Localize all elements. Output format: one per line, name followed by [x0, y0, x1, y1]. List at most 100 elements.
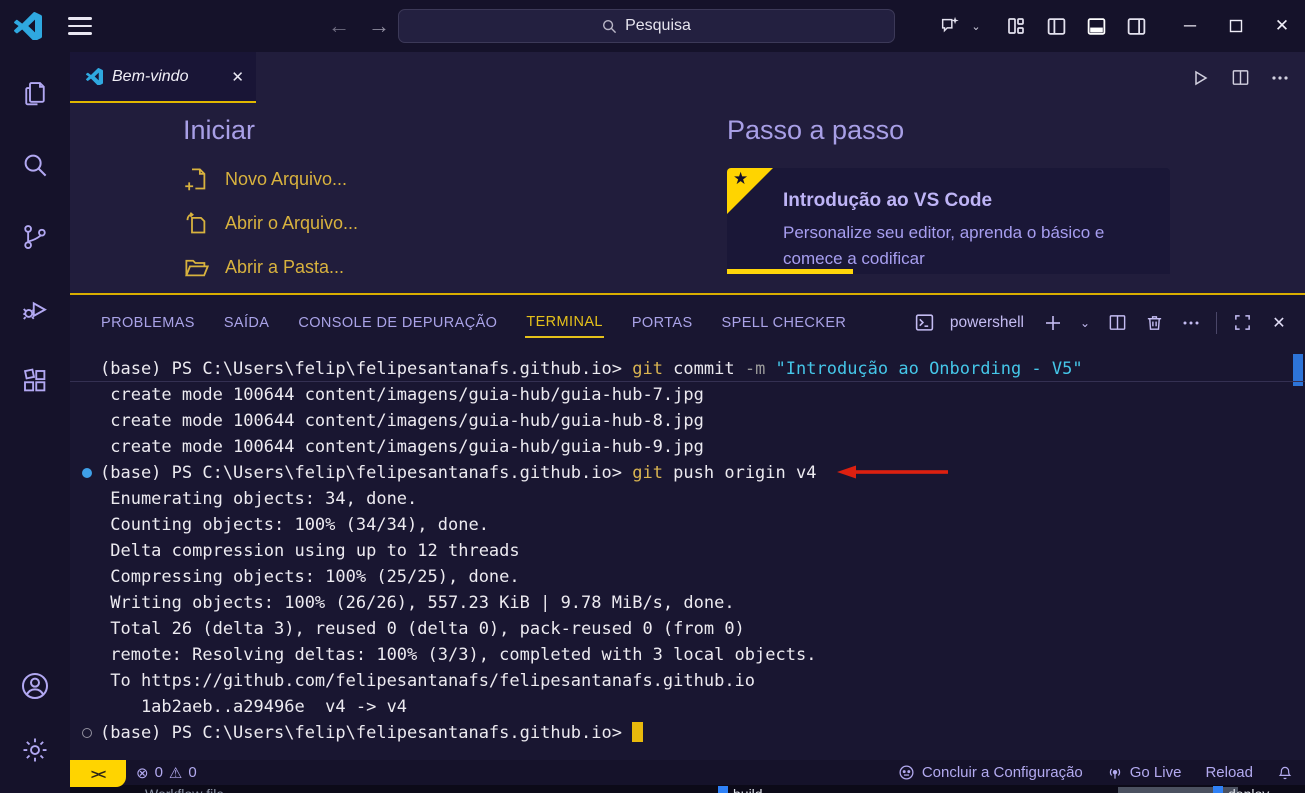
terminal-text: "Introdução ao Onbording - V5": [776, 359, 1083, 379]
terminal-line: Enumerating objects: 34, done.: [70, 486, 1305, 512]
maximize-button[interactable]: [1213, 0, 1259, 52]
split-terminal-icon[interactable]: [1105, 311, 1129, 335]
source-control-icon[interactable]: [11, 208, 59, 266]
terminal-text: -m: [745, 359, 776, 379]
terminal-line: create mode 100644 content/imagens/guia-…: [70, 408, 1305, 434]
terminal-text: Writing objects: 100% (26/26), 557.23 Ki…: [100, 593, 735, 613]
explorer-icon[interactable]: [11, 64, 59, 122]
vscode-window: ← → Pesquisa ⌄: [0, 0, 1305, 793]
nav-forward-icon[interactable]: →: [368, 13, 390, 39]
command-decoration-circle[interactable]: [80, 720, 96, 746]
toggle-primary-sidebar-icon[interactable]: [1039, 9, 1073, 43]
terminal-text: 1ab2aeb..a29496e v4 -> v4: [100, 697, 407, 717]
start-item-label: Abrir a Pasta...: [225, 257, 344, 278]
walkthrough-section-title: Passo a passo: [727, 115, 1170, 146]
new-terminal-icon[interactable]: [1041, 311, 1065, 335]
walkthrough-card-description: Personalize seu editor, aprenda o básico…: [783, 220, 1133, 273]
terminal-text: create mode 100644 content/imagens/guia-…: [100, 385, 704, 405]
gutter: [80, 564, 96, 590]
start-item-label: Novo Arquivo...: [225, 169, 347, 190]
open-folder-icon: [183, 254, 210, 281]
annotation-arrow-icon: [837, 464, 949, 480]
nav-back-icon[interactable]: ←: [328, 13, 350, 39]
walkthrough-progress-bar: [727, 269, 853, 274]
terminal-line: Delta compression using up to 12 threads: [70, 538, 1305, 564]
warning-icon: ⚠: [169, 764, 182, 782]
extensions-icon[interactable]: [11, 352, 59, 410]
close-panel-icon[interactable]: ✕: [1267, 311, 1291, 335]
terminal-text: push origin v4: [673, 463, 827, 483]
notifications-bell-icon[interactable]: [1277, 765, 1293, 781]
tab-spell-checker[interactable]: SPELL CHECKER: [721, 309, 848, 337]
tab-close-icon[interactable]: ✕: [231, 68, 244, 86]
gutter: [80, 616, 96, 642]
open-file-icon: [183, 210, 210, 237]
terminal-launch-chevron-icon[interactable]: ⌄: [1078, 311, 1092, 335]
powershell-terminal-icon[interactable]: [913, 311, 937, 335]
reload-button[interactable]: Reload: [1205, 764, 1253, 781]
tab-portas[interactable]: PORTAS: [631, 309, 694, 337]
close-window-button[interactable]: ✕: [1259, 0, 1305, 52]
editor-tab-bar: Bem-vindo ✕: [70, 52, 1305, 103]
tab-terminal[interactable]: TERMINAL: [525, 308, 604, 338]
remote-indicator[interactable]: ><: [70, 760, 126, 787]
go-live-button[interactable]: Go Live: [1107, 764, 1182, 781]
welcome-page: Iniciar Novo Arquivo... Abrir o Arquivo.…: [70, 103, 1305, 293]
settings-gear-icon[interactable]: [11, 721, 59, 779]
customize-layout-icon[interactable]: [999, 9, 1033, 43]
gutter: [80, 512, 96, 538]
error-icon: ⊗: [136, 764, 149, 782]
maximize-panel-icon[interactable]: [1230, 311, 1254, 335]
gutter: [80, 408, 96, 434]
search-view-icon[interactable]: [11, 136, 59, 194]
tab-label: Bem-vindo: [112, 68, 222, 86]
tab-console-depuracao[interactable]: CONSOLE DE DEPURAÇÃO: [297, 309, 498, 337]
gutter: [80, 486, 96, 512]
terminal-line: 1ab2aeb..a29496e v4 -> v4: [70, 694, 1305, 720]
bg-deploy-icon: [1213, 786, 1223, 793]
terminal-line: Total 26 (delta 3), reused 0 (delta 0), …: [70, 616, 1305, 642]
walkthrough-card[interactable]: ★ Introdução ao VS Code Personalize seu …: [727, 168, 1170, 274]
finish-setup-button[interactable]: Concluir a Configuração: [898, 764, 1083, 781]
command-decoration-dot[interactable]: [80, 460, 96, 486]
more-actions-icon[interactable]: [1267, 65, 1293, 91]
terminal-shell-label[interactable]: powershell: [950, 314, 1024, 332]
terminal-content[interactable]: (base) PS C:\Users\felip\felipesantanafs…: [70, 350, 1305, 760]
account-icon[interactable]: [11, 657, 59, 715]
toggle-panel-icon[interactable]: [1079, 9, 1113, 43]
activity-bar: [0, 52, 70, 793]
terminal-text: commit: [673, 359, 745, 379]
tab-saida[interactable]: SAÍDA: [223, 309, 271, 337]
copilot-icon[interactable]: [933, 9, 967, 43]
panel-more-actions-icon[interactable]: [1179, 311, 1203, 335]
open-folder-link[interactable]: Abrir a Pasta...: [183, 254, 358, 281]
menu-hamburger-icon[interactable]: [68, 17, 92, 34]
terminal-text: Total 26 (delta 3), reused 0 (delta 0), …: [100, 619, 745, 639]
gutter: [80, 694, 96, 720]
terminal-text: (base) PS C:\Users\felip\felipesantanafs…: [100, 723, 632, 743]
terminal-text: Counting objects: 100% (34/34), done.: [100, 515, 489, 535]
command-center-search[interactable]: Pesquisa: [398, 9, 895, 43]
terminal-text: remote: Resolving deltas: 100% (3/3), co…: [100, 645, 816, 665]
terminal-text: git: [632, 359, 673, 379]
warning-count: 0: [188, 764, 196, 781]
chevron-down-icon[interactable]: ⌄: [967, 9, 985, 43]
open-file-link[interactable]: Abrir o Arquivo...: [183, 210, 358, 237]
run-debug-icon[interactable]: [11, 280, 59, 338]
terminal-text: Enumerating objects: 34, done.: [100, 489, 417, 509]
panel-header: PROBLEMAS SAÍDA CONSOLE DE DEPURAÇÃO TER…: [70, 295, 1305, 350]
start-section-title: Iniciar: [183, 115, 358, 146]
run-file-icon[interactable]: [1187, 65, 1213, 91]
minimize-button[interactable]: ─: [1167, 0, 1213, 52]
toggle-secondary-sidebar-icon[interactable]: [1119, 9, 1153, 43]
walkthrough-card-title: Introdução ao VS Code: [783, 190, 1170, 212]
tab-bem-vindo[interactable]: Bem-vindo ✕: [70, 52, 256, 103]
new-file-icon: [183, 166, 210, 193]
tab-problemas[interactable]: PROBLEMAS: [100, 309, 196, 337]
kill-terminal-icon[interactable]: [1142, 311, 1166, 335]
start-item-label: Abrir o Arquivo...: [225, 213, 358, 234]
problems-status[interactable]: ⊗ 0 ⚠ 0: [136, 764, 197, 782]
split-editor-icon[interactable]: [1227, 65, 1253, 91]
gutter: [80, 382, 96, 408]
new-file-link[interactable]: Novo Arquivo...: [183, 166, 358, 193]
